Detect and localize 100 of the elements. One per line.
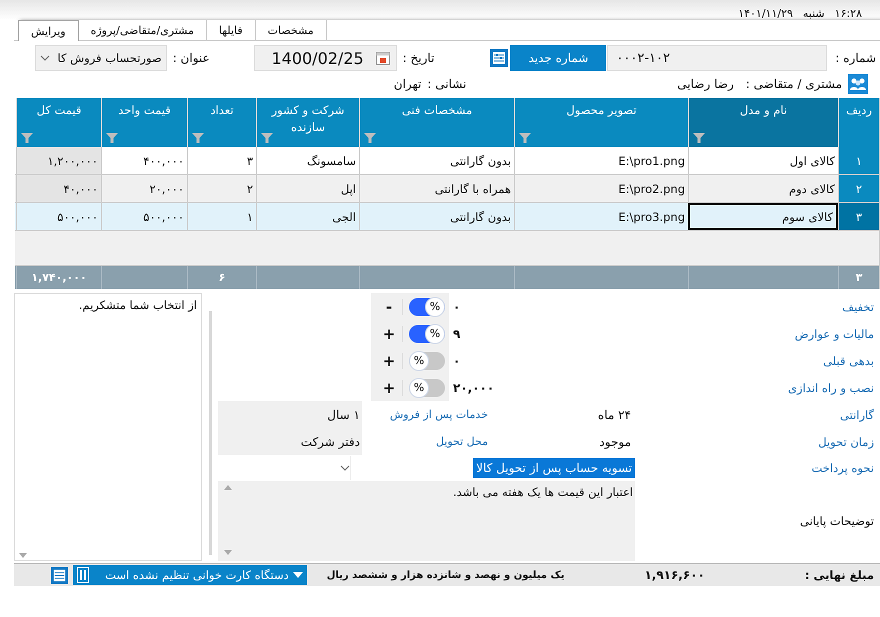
field-value: ۱ سال [327,408,360,422]
customer-name: رضا رضایی [677,77,734,91]
number-field[interactable]: ۰۰۰۲-۱۰۲ [607,45,828,71]
column-header[interactable]: تصویر محصول [514,98,688,147]
closing-text-field[interactable]: از انتخاب شما متشکریم. [14,293,202,561]
sign-button[interactable]: + [382,352,396,370]
people-icon [848,74,868,94]
settings-icon[interactable] [490,49,508,67]
table-cell: کالای اول [688,147,838,174]
amount-value: ۰ [452,298,462,316]
field-label: توضیحات پایانی [799,513,875,530]
total-label: مبلغ نهایی : [804,568,874,582]
column-header[interactable]: مشخصات فنی [359,98,514,147]
column-header[interactable]: قیمت واحد [101,98,187,147]
new-number-button[interactable]: شماره جدید [510,45,606,71]
table-cell: ۲ [187,175,256,202]
column-title: تعداد [209,102,235,119]
notes-field[interactable]: اعتبار این قیمت ها یک هفته می باشد. [218,481,635,561]
amount-value: ۰ [452,352,462,370]
table-cell: ۱,۲۰۰,۰۰۰ [16,147,101,174]
table-cell: E:\pro3.png [514,203,688,230]
date-field[interactable]: 1400/02/25 [254,45,397,71]
sign-button[interactable]: + [382,378,396,396]
table-cell: بدون گارانتی [359,203,514,230]
field-label: نحوه پرداخت [810,460,875,477]
column-header[interactable]: ردیف [838,98,879,147]
table-cell: کالای دوم [688,175,838,202]
percent-toggle[interactable]: % [409,378,445,396]
field-value: موجود [599,434,631,448]
column-header[interactable]: نام و مدل [688,98,838,147]
filter-icon[interactable] [192,133,204,143]
caret-icon [340,465,350,471]
filter-icon[interactable] [364,133,376,143]
payment-value[interactable]: تسویه حساب پس از تحویل کالا [473,458,635,478]
calendar-icon[interactable] [376,51,390,65]
footer-cell: ۶ [187,266,256,289]
column-title: شرکت و کشور سازنده [270,102,346,136]
percent-toggle[interactable]: % [409,324,445,342]
field-label: نصب و راه اندازی [787,380,875,397]
column-title: تصویر محصول [565,102,638,119]
table-cell: کالای سوم [688,203,838,230]
scroll-down-icon[interactable] [19,553,27,558]
tab[interactable]: مشخصات [256,20,327,40]
field-label: بدهی قبلی [822,352,875,370]
number-label: شماره : [835,51,876,65]
column-header[interactable]: قیمت کل [16,98,101,147]
row-number[interactable]: ۱ [838,147,879,174]
filter-icon[interactable] [693,133,705,143]
table-cell: ۴۰,۰۰۰ [16,175,101,202]
field-link[interactable]: خدمات پس از فروش [390,408,488,421]
column-title: قیمت واحد [117,102,172,119]
table-cell: E:\pro1.png [514,147,688,174]
column-header[interactable]: شرکت و کشور سازنده [256,98,359,147]
row-number[interactable]: ۲ [838,175,879,202]
column-title: قیمت کل [36,102,82,119]
percent-toggle[interactable]: % [409,298,445,316]
table-cell: E:\pro2.png [514,175,688,202]
filter-icon[interactable] [519,133,531,143]
title-dropdown[interactable]: صورتحساب فروش کا [34,45,167,71]
weekday: شنبه [802,7,825,20]
address-value: تهران [394,77,422,91]
column-header[interactable]: تعداد [187,98,256,147]
field-label: گارانتی [839,406,875,424]
filter-icon[interactable] [106,133,118,143]
sign-button[interactable]: + [382,324,396,342]
footer-cell: ۱,۷۴۰,۰۰۰ [16,266,101,289]
field-label: تخفیف [841,298,875,316]
address-label: نشانی : [427,77,466,91]
scroll-down-icon[interactable] [224,550,232,555]
caret-icon [292,572,303,578]
tab[interactable]: مشتری/متقاضی/پروژه [78,20,207,40]
settings-icon[interactable] [50,566,68,584]
title-label: عنوان : [172,51,210,65]
tab[interactable]: فایلها [206,20,256,40]
field-value: ۲۴ ماه [598,408,631,422]
table-cell: بدون گارانتی [359,147,514,174]
field-label: زمان تحویل [817,434,875,451]
card-reader-dropdown[interactable]: دستگاه کارت خوانی تنظیم نشده است [72,565,307,585]
tab[interactable]: ویرایش [18,20,79,41]
column-title: مشخصات فنی [400,102,474,119]
column-title: ردیف [845,102,873,119]
caret-icon [40,55,50,61]
row-number[interactable]: ۳ [838,203,879,230]
percent-toggle[interactable]: % [409,352,445,370]
amount-value: ۹ [452,326,462,342]
filter-icon[interactable] [21,133,33,143]
field-label: مالیات و عوارض [794,326,875,343]
customer-label: مشتری / متقاضی : [746,77,842,91]
scroll-up-icon[interactable] [224,485,232,490]
table-cell: الجی [256,203,359,230]
table-cell: ۱ [187,203,256,230]
table-cell: ۳ [187,147,256,174]
filter-icon[interactable] [261,133,273,143]
card-reader-icon [76,567,89,583]
table-cell: اپل [256,175,359,202]
sign-button[interactable]: - [382,298,396,316]
table-cell: سامسونگ [256,147,359,174]
table-cell: همراه با گارانتی [359,175,514,202]
table-cell: ۵۰۰,۰۰۰ [16,203,101,230]
field-link[interactable]: محل تحویل [436,435,488,448]
